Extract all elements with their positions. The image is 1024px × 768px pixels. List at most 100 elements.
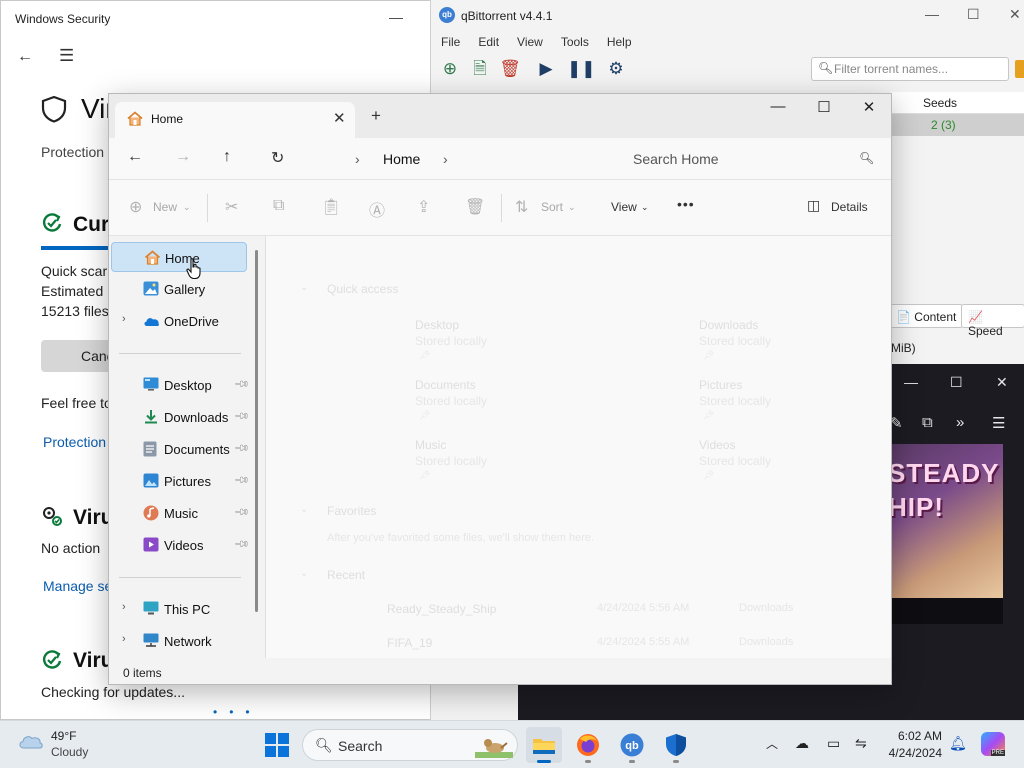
menu-view[interactable]: View xyxy=(517,35,543,49)
taskbar-qbittorrent[interactable]: qb xyxy=(614,727,650,763)
copilot-icon[interactable]: PRE xyxy=(981,732,1005,756)
close-button[interactable]: ✕ xyxy=(1009,6,1021,23)
sidebar-item-videos[interactable]: Videos 📌︎ xyxy=(111,530,250,560)
quick-item-name[interactable]: Pictures xyxy=(699,378,742,392)
details-button[interactable]: Details xyxy=(831,200,868,214)
chevron-right-icon[interactable]: › xyxy=(122,633,126,645)
start-button[interactable] xyxy=(265,733,289,760)
chevron-down-icon[interactable]: ⌄ xyxy=(300,504,308,515)
onedrive-offline-icon[interactable]: ☁ xyxy=(795,735,809,752)
app-menu-icon[interactable]: ☰ xyxy=(992,414,1005,432)
chevron-right-icon[interactable]: › xyxy=(122,313,126,325)
close-button[interactable]: ✕ xyxy=(854,98,884,116)
up-arrow-icon[interactable]: ↑ xyxy=(223,148,231,166)
sidebar-item-music[interactable]: Music 📌︎ xyxy=(111,498,250,528)
menu-help[interactable]: Help xyxy=(607,35,632,49)
pin-icon[interactable]: 📌︎ xyxy=(233,376,250,393)
pause-icon[interactable]: ❚❚ xyxy=(567,58,596,80)
refresh-icon[interactable]: ↻ xyxy=(271,148,284,168)
chevron-down-icon[interactable]: ⌄ xyxy=(300,282,308,293)
quick-item-name[interactable]: Videos xyxy=(699,438,735,452)
speed-tab-button[interactable]: 📈 Speed xyxy=(961,304,1024,338)
sidebar-item-this-pc[interactable]: › This PC xyxy=(111,594,247,624)
taskbar-firefox[interactable] xyxy=(570,727,606,763)
maximize-button[interactable]: ☐ xyxy=(809,98,839,116)
quick-item-name[interactable]: Downloads xyxy=(699,318,758,332)
minimize-button[interactable]: — xyxy=(925,6,939,22)
section-recent[interactable]: Recent xyxy=(327,568,365,582)
menu-tools[interactable]: Tools xyxy=(561,35,589,49)
show-hidden-icons-chevron-icon[interactable]: ︿ xyxy=(766,735,778,752)
sidebar-item-network[interactable]: › Network xyxy=(111,626,247,656)
recent-item-name[interactable]: Ready_Steady_Ship xyxy=(387,602,496,616)
seeds-cell[interactable]: 2 (3) xyxy=(891,114,1024,136)
back-arrow-icon[interactable]: ← xyxy=(127,148,143,166)
section-favorites[interactable]: Favorites xyxy=(327,504,376,518)
maximize-button[interactable]: ☐ xyxy=(950,374,963,391)
close-tab-icon[interactable]: ✕ xyxy=(333,109,346,127)
manage-settings-link[interactable]: Manage se xyxy=(43,578,112,594)
add-torrent-link-icon[interactable]: ⊕ xyxy=(439,58,461,80)
pin-icon[interactable]: 📌︎ xyxy=(233,504,250,521)
delete-icon[interactable]: 🗑︎ xyxy=(465,197,485,217)
chevron-down-icon[interactable]: ⌄ xyxy=(300,568,308,579)
new-button[interactable]: New xyxy=(153,200,177,214)
filter-input[interactable]: 🔍︎ Filter torrent names... xyxy=(811,57,1009,81)
delete-icon[interactable]: 🗑 xyxy=(499,58,521,80)
chevron-right-icon[interactable]: › xyxy=(355,151,360,167)
cancel-button[interactable]: Cance xyxy=(41,340,113,372)
add-torrent-file-icon[interactable]: 🗎 xyxy=(469,58,491,80)
close-button[interactable]: ✕ xyxy=(996,374,1008,391)
weather-temperature[interactable]: 49°F xyxy=(51,729,76,743)
maximize-button[interactable]: ☐ xyxy=(967,6,980,23)
taskbar-search-box[interactable]: 🔍︎ Search xyxy=(302,729,518,761)
rename-icon[interactable]: Ⓐ xyxy=(369,197,385,221)
protection-history-link[interactable]: Protection xyxy=(43,434,106,450)
share-icon[interactable]: ⇪ xyxy=(417,197,430,217)
weather-condition[interactable]: Cloudy xyxy=(51,745,88,759)
display-icon[interactable]: ▭ xyxy=(827,735,840,752)
minimize-button[interactable]: — xyxy=(904,374,918,390)
paste-icon[interactable]: 📋︎ xyxy=(321,197,341,217)
back-arrow-icon[interactable]: ← xyxy=(17,48,33,66)
sidebar-item-downloads[interactable]: Downloads 📌︎ xyxy=(111,402,250,432)
sidebar-item-pictures[interactable]: Pictures 📌︎ xyxy=(111,466,250,496)
seeds-column-header[interactable]: Seeds xyxy=(891,92,1024,114)
clock-date[interactable]: 4/24/2024 xyxy=(880,746,942,760)
breadcrumb-home[interactable]: Home xyxy=(383,151,420,167)
overflow-chevron-icon[interactable]: » xyxy=(956,414,964,431)
minimize-button[interactable]: — xyxy=(389,9,403,25)
tab-home[interactable]: Home ✕ xyxy=(115,102,355,138)
clock-time[interactable]: 6:02 AM xyxy=(886,729,942,743)
hamburger-menu-icon[interactable]: ☰ xyxy=(59,46,74,66)
copy-icon[interactable]: ⧉ xyxy=(273,197,284,215)
breadcrumb[interactable]: › Home › xyxy=(317,142,607,174)
recent-item-name[interactable]: FIFA_19 xyxy=(387,636,432,650)
section-quick-access[interactable]: Quick access xyxy=(327,282,398,296)
resume-icon[interactable]: ▶ xyxy=(535,58,557,80)
sidebar-item-home[interactable]: Home xyxy=(111,242,247,272)
sidebar-item-onedrive[interactable]: › OneDrive xyxy=(111,306,247,336)
sidebar-item-gallery[interactable]: Gallery xyxy=(111,274,247,304)
taskbar-windows-security[interactable] xyxy=(658,727,694,763)
cloudy-weather-icon[interactable] xyxy=(18,733,44,749)
search-input[interactable]: Search Home 🔍︎ xyxy=(617,142,879,174)
cut-icon[interactable]: ✂ xyxy=(225,197,238,217)
notification-bell-icon[interactable]: 🔔︎ xyxy=(949,735,967,752)
pin-icon[interactable]: 📌︎ xyxy=(233,472,250,489)
new-tab-icon[interactable]: + xyxy=(371,106,381,126)
sidebar-item-desktop[interactable]: Desktop 📌︎ xyxy=(111,370,250,400)
minimize-button[interactable]: — xyxy=(763,98,793,115)
forward-arrow-icon[interactable]: → xyxy=(175,148,191,166)
menu-file[interactable]: File xyxy=(441,35,460,49)
pin-icon[interactable]: 📌︎ xyxy=(233,536,250,553)
content-tab-button[interactable]: 📄 Content xyxy=(889,304,964,328)
lock-icon[interactable] xyxy=(1015,60,1024,78)
sort-button[interactable]: Sort xyxy=(541,200,563,214)
view-button[interactable]: View xyxy=(611,200,637,214)
options-gear-icon[interactable]: ⚙ xyxy=(605,58,627,80)
chevron-right-icon[interactable]: › xyxy=(443,151,448,167)
quick-item-name[interactable]: Music xyxy=(415,438,446,452)
sidebar-item-documents[interactable]: Documents 📌︎ xyxy=(111,434,250,464)
more-options-button[interactable]: ••• xyxy=(677,196,695,212)
